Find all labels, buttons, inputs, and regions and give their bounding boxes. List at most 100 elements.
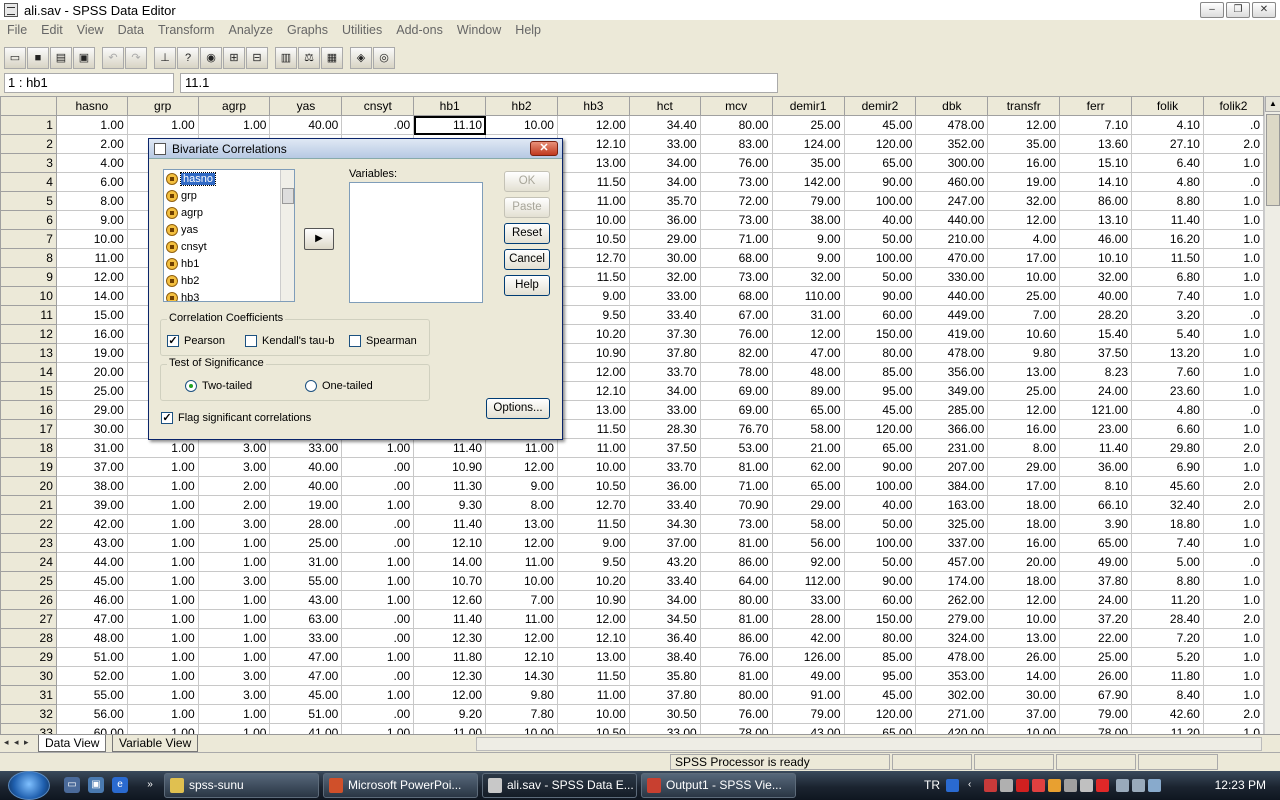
data-cell[interactable]: 12.00 <box>987 210 1061 230</box>
data-cell[interactable]: 440.00 <box>915 210 989 230</box>
data-cell[interactable]: 76.00 <box>699 324 773 344</box>
data-cell[interactable]: 14.00 <box>987 666 1061 686</box>
data-cell[interactable]: 8.80 <box>1131 191 1204 211</box>
data-cell[interactable]: 330.00 <box>915 267 989 287</box>
restore-button[interactable]: ❐ <box>1226 2 1250 18</box>
data-cell[interactable]: 126.00 <box>771 647 845 667</box>
data-cell[interactable]: .00 <box>341 457 415 477</box>
data-cell[interactable]: 65.00 <box>843 153 917 173</box>
reset-button[interactable]: Reset <box>504 223 550 244</box>
data-cell[interactable]: 30.50 <box>628 704 701 724</box>
show-desktop-icon[interactable]: ▭ <box>64 777 80 793</box>
data-cell[interactable]: 12.70 <box>556 495 630 515</box>
data-cell[interactable]: 48.00 <box>55 628 128 648</box>
data-cell[interactable]: 36.40 <box>628 628 701 648</box>
menu-graphs[interactable]: Graphs <box>280 23 335 37</box>
volume-icon[interactable] <box>1148 779 1161 792</box>
data-cell[interactable]: 302.00 <box>915 685 989 705</box>
data-cell[interactable]: 47.00 <box>269 666 343 686</box>
data-cell[interactable]: 1.0 <box>1202 647 1264 667</box>
data-cell[interactable]: 65.00 <box>771 476 845 496</box>
data-cell[interactable]: 1.00 <box>341 495 415 515</box>
move-variable-button[interactable]: ▶ <box>304 228 334 250</box>
data-cell[interactable]: 11.50 <box>1131 248 1204 268</box>
tray-app-icon[interactable] <box>984 779 997 792</box>
data-cell[interactable]: 67.90 <box>1059 685 1133 705</box>
data-cell[interactable]: 1.00 <box>341 571 415 591</box>
data-cell[interactable]: 14.00 <box>413 552 487 572</box>
data-cell[interactable]: 81.00 <box>699 533 773 553</box>
data-cell[interactable]: 1.00 <box>126 552 199 572</box>
column-header[interactable]: hb3 <box>556 96 630 116</box>
row-number[interactable]: 29 <box>0 647 57 667</box>
data-cell[interactable]: 1.00 <box>197 647 271 667</box>
weight-cases-icon[interactable]: ⚖ <box>298 47 320 69</box>
data-cell[interactable]: 28.00 <box>771 609 845 629</box>
data-cell[interactable]: 25.00 <box>987 381 1061 401</box>
data-cell[interactable]: .0 <box>1202 305 1264 325</box>
data-cell[interactable]: 120.00 <box>843 419 917 439</box>
data-cell[interactable]: 9.20 <box>413 704 487 724</box>
data-cell[interactable]: 1.0 <box>1202 381 1264 401</box>
data-cell[interactable]: 85.00 <box>843 647 917 667</box>
column-header[interactable]: folik2 <box>1202 96 1264 116</box>
data-cell[interactable]: 18.80 <box>1131 514 1204 534</box>
data-cell[interactable]: 60.00 <box>843 590 917 610</box>
menu-help[interactable]: Help <box>508 23 548 37</box>
data-cell[interactable]: 33.00 <box>628 134 701 154</box>
row-number[interactable]: 11 <box>0 305 57 325</box>
data-cell[interactable]: 11.80 <box>413 647 487 667</box>
data-cell[interactable]: 12.10 <box>556 381 630 401</box>
list-scrollbar[interactable] <box>280 170 294 301</box>
data-cell[interactable]: 33.40 <box>628 571 701 591</box>
switch-windows-icon[interactable]: ▣ <box>88 777 104 793</box>
menu-view[interactable]: View <box>70 23 111 37</box>
scroll-up-icon[interactable]: ▲ <box>1265 96 1280 112</box>
column-header[interactable]: ferr <box>1059 96 1133 116</box>
data-cell[interactable]: .00 <box>341 476 415 496</box>
data-cell[interactable]: 25.00 <box>55 381 128 401</box>
data-cell[interactable]: 34.00 <box>628 590 701 610</box>
data-cell[interactable]: 83.00 <box>699 134 773 154</box>
column-header[interactable]: mcv <box>699 96 773 116</box>
data-cell[interactable]: 10.50 <box>556 723 630 734</box>
row-number[interactable]: 8 <box>0 248 57 268</box>
menu-utilities[interactable]: Utilities <box>335 23 389 37</box>
data-cell[interactable]: 65.00 <box>843 723 917 734</box>
data-cell[interactable]: 37.80 <box>628 685 701 705</box>
data-cell[interactable]: 1.0 <box>1202 267 1264 287</box>
tray-expand-icon[interactable]: ‹ <box>968 779 981 792</box>
spearman-checkbox[interactable]: Spearman <box>349 335 417 347</box>
data-cell[interactable]: 16.00 <box>987 153 1061 173</box>
select-cases-icon[interactable]: ▦ <box>321 47 343 69</box>
data-cell[interactable]: 8.23 <box>1059 362 1133 382</box>
data-cell[interactable]: 44.00 <box>55 552 128 572</box>
tray-app-icon[interactable] <box>1032 779 1045 792</box>
data-cell[interactable]: 121.00 <box>1059 400 1133 420</box>
row-number[interactable]: 28 <box>0 628 57 648</box>
data-cell[interactable]: 1.0 <box>1202 229 1264 249</box>
data-cell[interactable]: 3.00 <box>197 685 271 705</box>
data-cell[interactable]: 35.80 <box>628 666 701 686</box>
pearson-checkbox[interactable]: ✓ Pearson <box>167 335 225 347</box>
source-variable-list[interactable]: hasno grp agrp yas cnsyt hb1 hb2 hb3 <box>163 169 295 302</box>
column-header[interactable]: demir2 <box>843 96 917 116</box>
data-cell[interactable]: 60.00 <box>55 723 128 734</box>
data-cell[interactable]: 7.60 <box>1131 362 1204 382</box>
data-cell[interactable]: 3.00 <box>197 438 271 458</box>
data-cell[interactable]: 12.00 <box>556 609 630 629</box>
value-labels-icon[interactable]: ◈ <box>350 47 372 69</box>
tray-app-icon[interactable] <box>1048 779 1061 792</box>
list-item[interactable]: agrp <box>164 204 294 221</box>
data-cell[interactable]: 9.30 <box>413 495 487 515</box>
row-number[interactable]: 10 <box>0 286 57 306</box>
data-cell[interactable]: 73.00 <box>699 210 773 230</box>
data-cell[interactable]: 8.80 <box>1131 571 1204 591</box>
data-cell[interactable]: 420.00 <box>915 723 989 734</box>
horizontal-scrollbar[interactable] <box>476 737 1262 751</box>
data-cell[interactable]: 11.40 <box>1131 210 1204 230</box>
data-cell[interactable]: 76.00 <box>699 704 773 724</box>
data-cell[interactable]: 10.90 <box>556 590 630 610</box>
data-cell[interactable]: 31.00 <box>771 305 845 325</box>
data-cell[interactable]: 3.00 <box>197 514 271 534</box>
